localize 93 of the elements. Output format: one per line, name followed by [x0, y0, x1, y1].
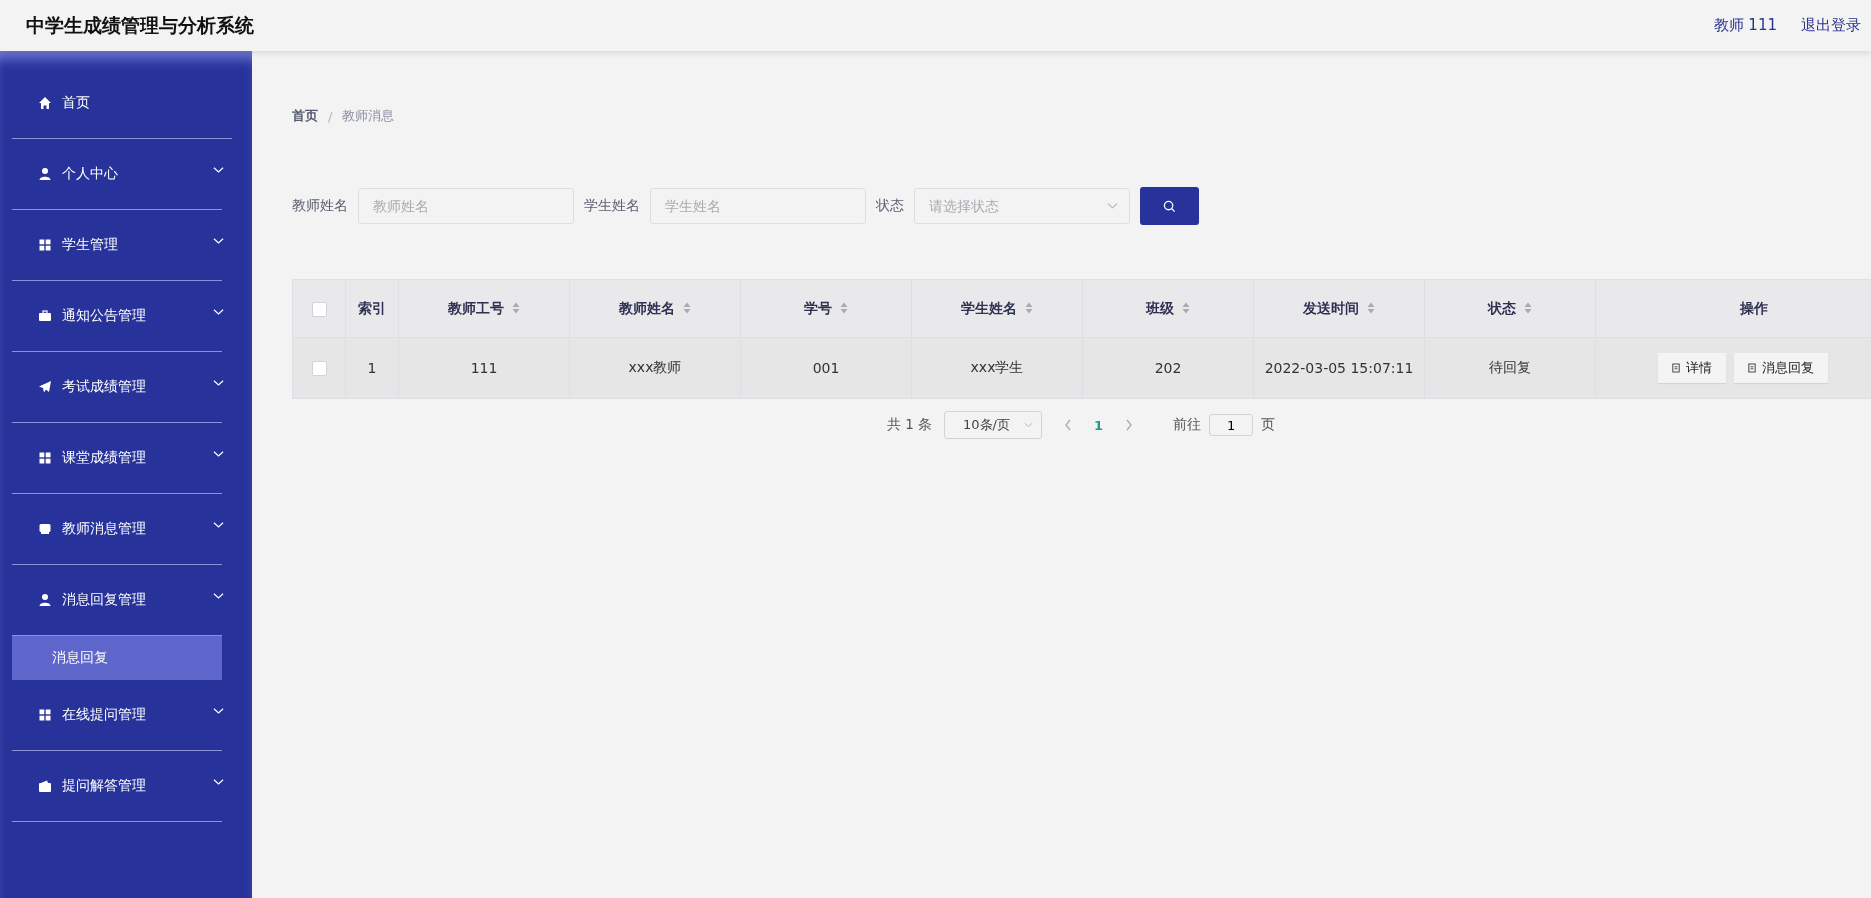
menu-item[interactable]: 个人中心	[0, 139, 252, 209]
total-count: 共 1 条	[886, 416, 933, 434]
table-cell: 2022-03-05 15:07:11	[1253, 337, 1425, 399]
home-icon	[38, 96, 52, 110]
page-suffix: 页	[1261, 416, 1276, 434]
column-header[interactable]: 发送时间	[1253, 279, 1425, 338]
sort-icon[interactable]	[1367, 301, 1375, 314]
menu-item[interactable]: 提问解答管理	[0, 751, 252, 821]
column-header[interactable]: 学生姓名	[911, 279, 1083, 338]
menu-label: 在线提问管理	[62, 706, 146, 724]
table-cell: xxx学生	[911, 337, 1083, 399]
menu-label: 个人中心	[62, 165, 118, 183]
menu-label: 学生管理	[62, 236, 118, 254]
menu-item[interactable]: 首页	[0, 68, 252, 138]
column-header[interactable]: 教师姓名	[569, 279, 741, 338]
chevron-down-icon	[213, 379, 224, 387]
person-icon	[38, 593, 52, 607]
table-cell: 202	[1082, 337, 1254, 399]
column-header[interactable]: 学号	[740, 279, 912, 338]
user-name: 教师 111	[1713, 16, 1777, 35]
grid-icon	[38, 708, 52, 722]
prev-page-icon[interactable]	[1064, 419, 1073, 431]
page-input[interactable]: 1	[1209, 414, 1254, 436]
chevron-down-icon	[213, 308, 224, 316]
search-button[interactable]	[1140, 187, 1199, 225]
chevron-down-icon	[213, 778, 224, 786]
menu-label: 消息回复管理	[62, 591, 146, 609]
menu-item[interactable]: 考试成绩管理	[0, 352, 252, 422]
table-cell: 111	[398, 337, 570, 399]
field-label: 教师姓名	[292, 197, 348, 215]
search-field[interactable]: 教师姓名	[358, 188, 574, 224]
chevron-down-icon[interactable]	[1107, 202, 1118, 210]
grid-icon	[38, 238, 52, 252]
field-label: 学生姓名	[584, 197, 640, 215]
select-all-checkbox[interactable]	[311, 301, 327, 317]
person-icon	[38, 167, 52, 181]
document-icon	[1672, 363, 1680, 373]
inbox-icon	[38, 522, 52, 536]
sort-icon[interactable]	[1524, 301, 1532, 314]
sort-icon[interactable]	[512, 301, 520, 314]
breadcrumb-current: 教师消息	[342, 107, 395, 125]
menu-item[interactable]: 教师消息管理	[0, 494, 252, 564]
page-size-select[interactable]: 10条/页	[944, 411, 1043, 439]
search-icon	[1163, 199, 1176, 213]
goto-label: 前往	[1173, 416, 1202, 434]
menu-item[interactable]: 消息回复管理	[0, 565, 252, 635]
column-header[interactable]: 索引	[345, 279, 399, 338]
breadcrumb-link[interactable]: 首页	[292, 107, 318, 125]
field-label: 状态	[876, 197, 904, 215]
menu-item[interactable]: 学生管理	[0, 210, 252, 280]
menu-item[interactable]: 通知公告管理	[0, 281, 252, 351]
wallet-icon	[38, 779, 52, 793]
grid-icon	[38, 451, 52, 465]
sort-icon[interactable]	[1025, 301, 1033, 314]
sort-icon[interactable]	[1182, 301, 1190, 314]
menu-label: 提问解答管理	[62, 777, 146, 795]
row-checkbox[interactable]	[311, 361, 327, 377]
action-button[interactable]: 消息回复	[1734, 353, 1828, 383]
menu-label: 课堂成绩管理	[62, 449, 146, 467]
sort-icon[interactable]	[840, 301, 848, 314]
breadcrumb-separator: /	[328, 108, 333, 124]
menu-item[interactable]: 课堂成绩管理	[0, 423, 252, 493]
submenu-item[interactable]: 消息回复	[12, 635, 222, 680]
table-cell: 1	[345, 337, 399, 399]
logout-link[interactable]: 退出登录	[1801, 16, 1861, 35]
app-title: 中学生成绩管理与分析系统	[26, 12, 254, 38]
table-cell: 待回复	[1424, 337, 1596, 399]
menu-item[interactable]: 在线提问管理	[0, 680, 252, 750]
menu-label: 通知公告管理	[62, 307, 146, 325]
action-button[interactable]: 详情	[1658, 353, 1726, 383]
next-page-icon[interactable]	[1125, 419, 1134, 431]
chevron-down-icon	[213, 166, 224, 174]
document-icon	[1748, 363, 1756, 373]
search-field[interactable]: 学生姓名	[650, 188, 866, 224]
chevron-down-icon	[213, 450, 224, 458]
menu-label: 考试成绩管理	[62, 378, 146, 396]
table-cell: xxx教师	[569, 337, 741, 399]
chevron-down-icon	[213, 237, 224, 245]
paper-plane-icon	[38, 380, 52, 394]
status-select[interactable]: 请选择状态	[914, 188, 1130, 224]
chevron-down-icon	[213, 707, 224, 715]
sort-icon[interactable]	[683, 301, 691, 314]
menu-label: 首页	[62, 94, 90, 112]
column-header[interactable]: 班级	[1082, 279, 1254, 338]
column-header[interactable]: 教师工号	[398, 279, 570, 338]
briefcase-icon	[38, 309, 52, 323]
column-header[interactable]: 操作	[1595, 279, 1871, 338]
chevron-down-icon	[1024, 422, 1034, 428]
chevron-down-icon	[213, 592, 224, 600]
table-cell: 001	[740, 337, 912, 399]
menu-label: 教师消息管理	[62, 520, 146, 538]
column-header[interactable]: 状态	[1424, 279, 1596, 338]
chevron-down-icon	[213, 521, 224, 529]
